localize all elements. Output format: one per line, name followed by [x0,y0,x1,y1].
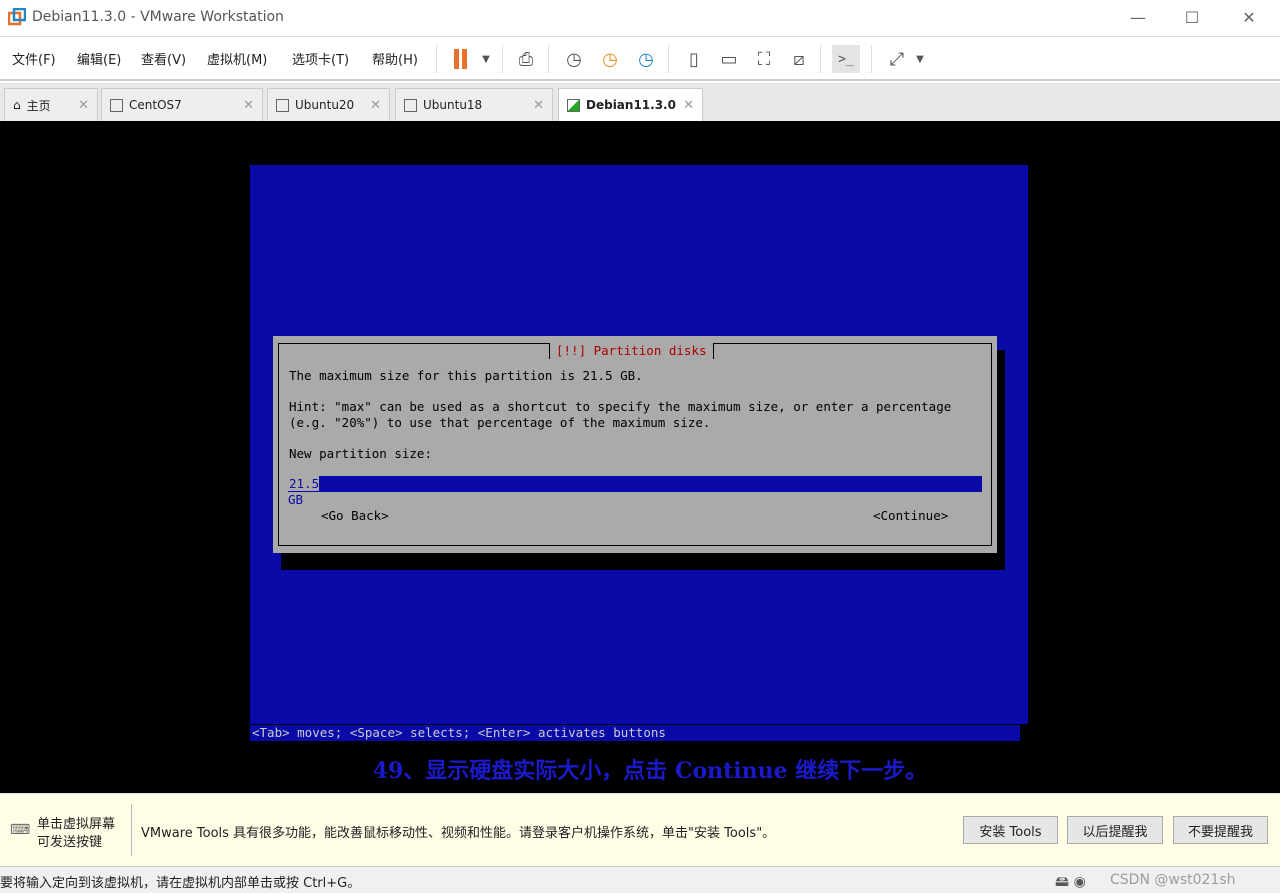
thumbnail-bar-icon[interactable]: ▭ [715,45,743,73]
tab-ubuntu20[interactable]: Ubuntu20 ✕ [267,88,390,121]
click-hint-line-2: 可发送按键 [37,835,103,850]
maximize-button[interactable]: ☐ [1169,6,1215,30]
continue-button[interactable]: <Continue> [873,508,948,523]
vm-console[interactable]: [!!] Partition disks The maximum size fo… [0,121,1280,793]
tab-label: Ubuntu20 [295,98,355,112]
installer-help-line: <Tab> moves; <Space> selects; <Enter> ac… [250,725,1020,741]
install-tools-button[interactable]: 安装 Tools [963,816,1058,844]
tools-message: VMware Tools 具有很多功能，能改善鼠标移动性、视频和性能。请登录客户… [141,826,776,841]
separator [668,45,669,73]
sidebar-icon[interactable]: ▯ [680,45,708,73]
snapshot-take-icon[interactable]: ◷ [560,45,588,73]
vm-icon [404,98,417,112]
snapshot-manager-icon[interactable]: ◷ [632,45,660,73]
partition-dialog: [!!] Partition disks The maximum size fo… [273,336,997,553]
tab-label: Debian11.3.0 [586,98,676,112]
dropdown-icon[interactable]: ▼ [472,45,500,73]
tab-label: CentOS7 [129,98,182,112]
snapshot-revert-icon[interactable]: ◷ [596,45,624,73]
menu-help[interactable]: 帮助(H) [372,49,418,68]
separator [436,45,437,73]
separator [820,45,821,73]
tab-centos7[interactable]: CentOS7 ✕ [101,88,263,121]
close-tab-icon[interactable]: ✕ [243,98,254,113]
never-remind-button[interactable]: 不要提醒我 [1173,816,1268,844]
vmware-logo-icon [8,8,26,26]
close-tab-icon[interactable]: ✕ [78,98,89,113]
send-keys-icon[interactable]: ⎙ [512,45,540,73]
menu-view[interactable]: 查看(V) [141,49,186,68]
vm-icon [110,98,123,112]
menu-tabs[interactable]: 选项卡(T) [292,49,349,68]
close-tab-icon[interactable]: ✕ [533,98,544,113]
remind-later-button[interactable]: 以后提醒我 [1067,816,1163,844]
unity-icon[interactable]: ⧄ [785,45,813,73]
minimize-button[interactable]: — [1115,6,1161,30]
close-button[interactable]: ✕ [1226,6,1272,30]
tab-debian[interactable]: Debian11.3.0 ✕ [558,88,703,121]
step-caption: 49、显示硬盘实际大小，点击 Continue 继续下一步。 [372,758,928,784]
hint-line-1: Hint: "max" can be used as a shortcut to… [289,399,952,414]
title-bar: Debian11.3.0 - VMware Workstation — ☐ ✕ [0,0,1280,37]
home-icon: ⌂ [13,98,21,112]
watermark: CSDN @wst021sh [1110,872,1236,888]
vm-running-icon [567,98,580,112]
keyboard-icon: ⌨ [10,822,31,838]
close-tab-icon[interactable]: ✕ [683,98,694,113]
tab-label: 主页 [26,98,51,113]
vm-icon [276,98,289,112]
device-icons[interactable]: 🖴 ◉ [1055,871,1086,895]
close-tab-icon[interactable]: ✕ [370,98,381,113]
tab-bar: ⌂ 主页 ✕ CentOS7 ✕ Ubuntu20 ✕ Ubuntu18 ✕ Debian… [0,83,1280,121]
vmware-tools-notification: ⌨ 单击虚拟屏幕 可发送按键 VMware Tools 具有很多功能，能改善鼠标… [0,793,1280,866]
tab-label: Ubuntu18 [423,98,483,112]
max-size-text: The maximum size for this partition is 2… [289,368,643,383]
window-title: Debian11.3.0 - VMware Workstation [32,9,284,25]
menu-edit[interactable]: 编辑(E) [77,49,121,68]
pause-icon[interactable] [446,45,474,73]
menu-bar: 文件(F) 编辑(E) 查看(V) 虚拟机(M) 选项卡(T) 帮助(H) ▼ … [0,37,1280,81]
go-back-button[interactable]: <Go Back> [321,508,389,523]
partition-size-input[interactable]: 21.5 GB_________________________________… [288,476,982,507]
tab-ubuntu18[interactable]: Ubuntu18 ✕ [395,88,553,121]
status-text: 要将输入定向到该虚拟机，请在虚拟机内部单击或按 Ctrl+G。 [0,876,361,891]
separator [548,45,549,73]
click-hint-line-1: 单击虚拟屏幕 [37,817,116,832]
tab-home[interactable]: ⌂ 主页 ✕ [4,88,98,121]
input-underline: ________________________________________… [304,492,974,507]
divider [131,804,132,856]
size-prompt: New partition size: [289,446,432,461]
separator [502,45,503,73]
dropdown-icon[interactable]: ▼ [906,45,934,73]
menu-vm[interactable]: 虚拟机(M) [207,49,267,68]
hint-line-2: (e.g. "20%") to use that percentage of t… [289,415,711,430]
menu-file[interactable]: 文件(F) [12,49,56,68]
console-icon[interactable]: >_ [832,45,860,73]
fullscreen-icon[interactable]: ⛶ [750,45,778,73]
separator [871,45,872,73]
status-bar: 要将输入定向到该虚拟机，请在虚拟机内部单击或按 Ctrl+G。 🖴 ◉ CSDN… [0,866,1280,893]
dialog-title: [!!] Partition disks [549,343,714,359]
